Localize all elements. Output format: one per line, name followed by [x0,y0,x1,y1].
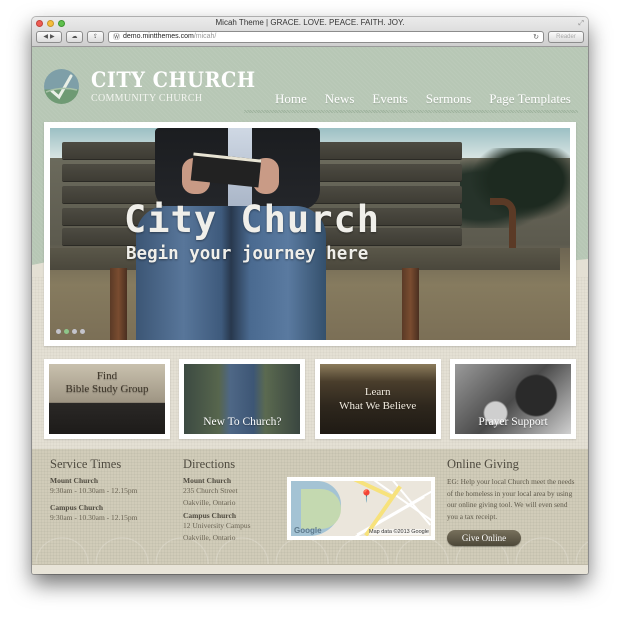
directions-street: 235 Church Street [183,486,238,495]
main-nav: Home News Events Sermons Page Templates [266,91,580,107]
share-icon: ⇪ [92,33,99,40]
forward-icon[interactable]: ▶ [50,33,55,40]
feature-learn-line1: Learn [364,386,391,398]
nav-underline [244,110,578,113]
service-church-name: Mount Church [50,476,98,485]
wordpress-favicon-icon: Ⓦ [113,33,120,41]
service-church-name: Campus Church [50,503,104,512]
footer-bottom-strip [32,564,588,574]
service-times-widget: Service Times Mount Church 9:30am - 10.3… [50,457,170,524]
feature-learn-line2: What We Believe [339,400,417,412]
hero-slide-image[interactable]: City Church Begin your journey here [50,128,570,340]
google-logo: Google [294,526,322,535]
directions-heading: Directions [183,457,236,471]
feature-new-label: New To Church? [203,416,282,428]
hero-slider[interactable]: City Church Begin your journey here [44,122,576,346]
online-giving-text: EG: Help your local Church meet the need… [447,477,575,521]
map-pin-icon[interactable]: 📍 [359,489,374,504]
feature-bible-line2: Bible Study Group [65,383,149,395]
site-logo[interactable]: CITY CHURCH COMMUNITY CHURCH [44,69,270,104]
url-path: /micah/ [193,33,217,40]
feature-what-we-believe[interactable]: Learn What We Believe [314,359,441,439]
directions-street: 12 University Campus [183,521,251,530]
feature-new-to-church[interactable]: New To Church? [179,359,306,439]
directions-city: Oakville, Ontario [183,533,236,542]
feature-bible-line1: Find [96,370,118,382]
nav-events[interactable]: Events [363,91,416,107]
service-times-heading: Service Times [50,457,122,471]
nav-sermons[interactable]: Sermons [417,91,481,107]
nav-home[interactable]: Home [266,91,316,107]
feature-prayer-label: Prayer Support [478,416,548,428]
slider-dot-1[interactable] [56,329,61,334]
browser-window: Micah Theme | GRACE. LOVE. PEACE. FAITH.… [32,17,588,574]
service-times-text: 9:30am - 10.30am - 12.15pm [50,513,138,522]
window-title: Micah Theme | GRACE. LOVE. PEACE. FAITH.… [215,18,405,27]
fullscreen-icon[interactable]: ⤢ [578,19,584,28]
web-page: CITY CHURCH COMMUNITY CHURCH Home News E… [32,47,588,574]
back-icon[interactable]: ◀ [43,33,48,40]
give-online-button[interactable]: Give Online [447,530,521,546]
icloud-tabs-button[interactable]: ☁ [66,30,83,43]
slider-pagination [56,329,85,334]
directions-church-name: Mount Church [183,476,231,485]
directions-church-name: Campus Church [183,511,237,520]
online-giving-widget: Online Giving EG: Help your local Church… [447,457,577,546]
browser-toolbar: ◀ ▶ ☁ ⇪ Ⓦ demo.mintthemes.com/micah/ ↻ R… [36,30,584,43]
cloud-icon: ☁ [71,33,78,40]
google-map[interactable]: 📍 Google Map data ©2013 Google [287,477,435,540]
url-host: demo.mintthemes.com [123,33,194,40]
reload-icon[interactable]: ↻ [533,33,539,41]
service-times-text: 9:30am - 10.30am - 12.15pm [50,486,138,495]
slider-dot-2-active[interactable] [64,329,69,334]
feature-prayer-support[interactable]: Prayer Support [449,359,576,439]
logo-check-icon [44,69,79,104]
back-forward-buttons[interactable]: ◀ ▶ [36,30,62,43]
directions-city: Oakville, Ontario [183,498,236,507]
nav-news[interactable]: News [316,91,364,107]
browser-titlebar: Micah Theme | GRACE. LOVE. PEACE. FAITH.… [32,17,588,47]
slide-title: City Church [124,198,381,241]
directions-widget: Directions Mount Church 235 Church Stree… [183,457,283,544]
online-giving-heading: Online Giving [447,457,519,471]
slider-dot-3[interactable] [72,329,77,334]
site-subtitle: COMMUNITY CHURCH [91,93,203,104]
nav-page-templates[interactable]: Page Templates [480,91,580,107]
feature-boxes: Find Bible Study Group New To Church? Le… [44,359,576,439]
reader-button[interactable]: Reader [548,30,584,43]
address-bar[interactable]: Ⓦ demo.mintthemes.com/micah/ ↻ [108,30,544,43]
feature-bible-study[interactable]: Find Bible Study Group [44,359,170,439]
slider-dot-4[interactable] [80,329,85,334]
map-credit: Map data ©2013 Google [368,529,429,535]
slide-subtitle: Begin your journey here [126,244,369,264]
share-button[interactable]: ⇪ [87,30,104,43]
site-title: CITY CHURCH [91,67,256,92]
